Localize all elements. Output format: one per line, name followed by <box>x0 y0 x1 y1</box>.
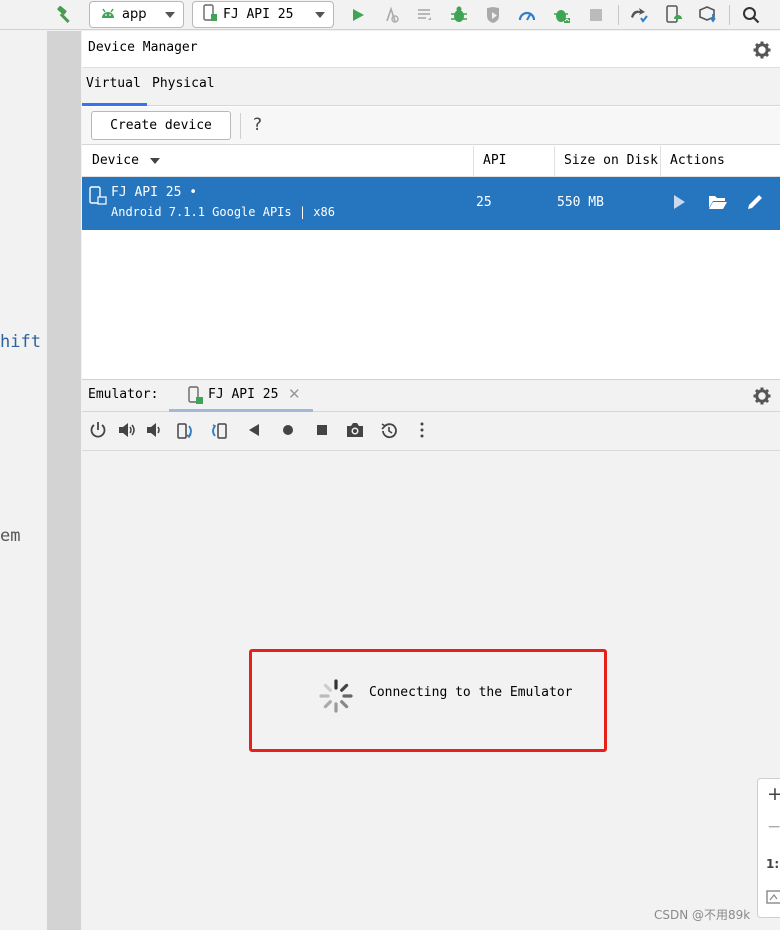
sort-descending-icon <box>150 158 160 164</box>
device-api-level: 25 <box>476 195 492 210</box>
rotate-left-icon[interactable] <box>175 421 195 441</box>
panel-title: Device Manager <box>88 40 198 55</box>
target-device-label: FJ API 25 <box>223 7 294 22</box>
gear-icon[interactable] <box>753 387 771 405</box>
column-actions: Actions <box>670 153 725 168</box>
android-icon <box>100 7 116 23</box>
device-manager-panel: Device Manager Virtual Physical Create d… <box>82 31 780 379</box>
column-divider <box>554 146 555 177</box>
device-type-tabs: Virtual Physical <box>82 67 780 106</box>
help-button[interactable]: ? <box>253 115 262 135</box>
close-icon[interactable]: ✕ <box>288 385 301 403</box>
watermark-text: CSDN @不用89k <box>654 908 751 922</box>
target-device-combo[interactable]: FJ API 25 <box>192 1 334 28</box>
virtual-device-icon <box>188 386 204 409</box>
toolbar-divider <box>618 5 619 25</box>
emulator-tool-window-header: Emulator: FJ API 25 ✕ <box>82 379 780 412</box>
device-actions-bar: Create device ? <box>82 107 780 145</box>
emulator-device-tab[interactable]: FJ API 25 ✕ <box>169 380 313 412</box>
emulator-controls-toolbar <box>82 413 780 451</box>
attach-debugger-icon[interactable] <box>551 3 573 27</box>
stop-icon[interactable] <box>585 3 607 27</box>
device-subtitle: Android 7.1.1 Google APIs | x86 <box>111 205 335 219</box>
more-options-icon[interactable] <box>413 421 433 441</box>
run-play-icon[interactable] <box>347 3 369 27</box>
zoom-actual-size-button[interactable]: 1:1 <box>766 857 780 871</box>
column-api[interactable]: API <box>483 153 506 168</box>
debug-bug-icon[interactable] <box>448 3 470 27</box>
column-divider <box>473 146 474 177</box>
sdk-manager-icon[interactable] <box>697 3 719 27</box>
code-fragment-text: hift <box>0 332 41 352</box>
snapshot-restore-icon[interactable] <box>379 421 399 441</box>
selected-tab-indicator <box>82 103 147 106</box>
zoom-controls: + − 1:1 <box>757 778 780 918</box>
zoom-out-button[interactable]: − <box>767 817 780 837</box>
emulator-tab-title: FJ API 25 <box>208 387 279 402</box>
power-icon[interactable] <box>89 421 109 441</box>
tab-virtual[interactable]: Virtual <box>86 76 141 91</box>
volume-up-icon[interactable] <box>117 421 137 441</box>
toolbar-divider <box>240 113 241 139</box>
fit-screen-icon[interactable] <box>766 889 780 909</box>
run-configuration-combo[interactable]: app <box>89 1 184 28</box>
highlight-annotation-box <box>249 649 607 752</box>
column-divider <box>660 146 661 177</box>
launch-play-icon[interactable] <box>670 193 690 213</box>
sync-gradle-icon[interactable] <box>628 3 650 27</box>
toolbar-divider <box>729 5 730 25</box>
profiler-gauge-icon[interactable] <box>516 3 538 27</box>
search-icon[interactable] <box>740 3 762 27</box>
home-circle-icon[interactable] <box>279 421 299 441</box>
main-toolbar: app FJ API 25 <box>0 0 780 30</box>
open-folder-icon[interactable] <box>708 193 728 213</box>
selected-tab-indicator <box>169 409 313 412</box>
rotate-right-icon[interactable] <box>209 421 229 441</box>
screenshot-camera-icon[interactable] <box>345 421 365 441</box>
back-triangle-icon[interactable] <box>245 421 265 441</box>
overview-square-icon[interactable] <box>313 421 333 441</box>
emulator-label: Emulator: <box>88 387 159 402</box>
edit-pencil-icon[interactable] <box>746 193 766 213</box>
volume-down-icon[interactable] <box>145 421 165 441</box>
chevron-down-icon <box>315 12 325 18</box>
device-size-on-disk: 550 MB <box>557 195 604 210</box>
chevron-down-icon <box>165 12 175 18</box>
column-device[interactable]: Device <box>92 153 139 168</box>
tab-physical[interactable]: Physical <box>152 76 215 91</box>
run-configuration-label: app <box>122 7 147 22</box>
phone-device-icon <box>203 3 217 26</box>
code-fragment-text: em <box>0 526 21 546</box>
device-status-dot: • <box>189 185 198 200</box>
device-manager-icon[interactable] <box>663 3 685 27</box>
build-hammer-icon[interactable] <box>52 3 76 27</box>
create-device-button[interactable]: Create device <box>91 111 231 140</box>
zoom-in-button[interactable]: + <box>767 783 780 805</box>
device-name: FJ API 25 • <box>111 185 198 200</box>
virtual-device-icon <box>89 186 109 206</box>
apply-code-changes-icon[interactable] <box>414 3 436 27</box>
column-size-on-disk[interactable]: Size on Disk <box>564 153 658 168</box>
apply-changes-restart-icon[interactable] <box>380 3 402 27</box>
run-with-coverage-icon[interactable] <box>482 3 504 27</box>
editor-area-fragment <box>0 31 47 930</box>
table-row[interactable]: FJ API 25 • Android 7.1.1 Google APIs | … <box>82 177 780 230</box>
gear-icon[interactable] <box>753 41 771 59</box>
device-table-header: Device API Size on Disk Actions <box>82 146 780 177</box>
